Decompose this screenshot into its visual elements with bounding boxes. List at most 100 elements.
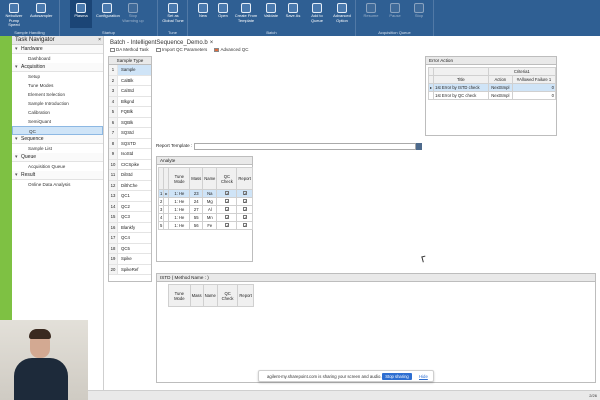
cell-action[interactable]: NextSmpl	[487, 91, 513, 100]
hide-link[interactable]: Hide	[419, 374, 428, 379]
table-row[interactable]: 1 ▸ 1: He 23 Na ✓ ✓	[157, 189, 253, 198]
qc-check-checkbox[interactable]: ✓	[216, 189, 238, 198]
da-method-task-button[interactable]: DA Method Task	[110, 47, 149, 52]
checkmark-icon[interactable]: ✓	[224, 215, 229, 220]
qc-check-checkbox[interactable]: ✓	[216, 205, 238, 214]
nav-section-result[interactable]: ▾ Result	[12, 171, 103, 180]
nav-section-acquisition[interactable]: ▾ Acquisition	[12, 63, 103, 72]
cell-tune-mode[interactable]: 1: He	[168, 197, 191, 206]
close-icon[interactable]: ×	[210, 40, 214, 46]
sample-type-row[interactable]: 12 DilthChe	[109, 180, 151, 191]
sample-type-row[interactable]: 2 CalBlk	[109, 75, 151, 86]
nav-item-dashboard[interactable]: Dashboard	[12, 54, 103, 63]
report-checkbox[interactable]: ✓	[236, 213, 253, 222]
table-row[interactable]: 2 1: He 24 Mg ✓ ✓	[157, 197, 253, 206]
cell-allowed[interactable]: 0	[511, 83, 557, 92]
nav-item-element-selection[interactable]: Element Selection	[12, 90, 103, 99]
checkmark-icon[interactable]: ✓	[224, 207, 229, 212]
table-row[interactable]: 1st Error by QC check NextSmpl 0	[427, 91, 557, 100]
table-row[interactable]: 5 1: He 56 Fe ✓ ✓	[157, 221, 253, 230]
cell-tune-mode[interactable]: 1: He	[168, 205, 191, 214]
nav-section-sequence[interactable]: ▾ Sequence	[12, 135, 103, 144]
report-checkbox[interactable]: ✓	[236, 189, 253, 198]
import-qc-parameters-button[interactable]: Import QC Parameters	[155, 47, 207, 52]
nav-item-setup[interactable]: Setup	[12, 72, 103, 81]
table-row[interactable]: 4 1: He 55 Mn ✓ ✓	[157, 213, 253, 222]
cell-allowed[interactable]: 0	[511, 91, 557, 100]
resume-button[interactable]: Resume	[360, 3, 382, 19]
report-template-input[interactable]	[194, 143, 416, 150]
create-from-template-button[interactable]: Create From Template	[232, 3, 260, 23]
sample-type-label: DilStd	[121, 172, 133, 177]
nav-item-sample-list[interactable]: Sample List	[12, 144, 103, 153]
cell-tune-mode[interactable]: 1: He	[168, 213, 191, 222]
nav-item-sample-introduction[interactable]: Sample Introduction	[12, 99, 103, 108]
new-button[interactable]: New	[192, 3, 214, 19]
save-as-button[interactable]: Save As	[282, 3, 304, 19]
cell-tune-mode[interactable]: 1: He	[168, 221, 191, 230]
cell-tune-mode[interactable]: 1: He	[168, 189, 191, 198]
configuration-button[interactable]: Configuration	[96, 3, 120, 19]
table-row[interactable]: ▸ 1st Error by ISTD check NextSmpl 0	[427, 83, 557, 92]
checkmark-icon[interactable]: ✓	[224, 191, 229, 196]
nav-item-acquisition-queue[interactable]: Acquisition Queue	[12, 162, 103, 171]
batch-tab[interactable]: Batch - IntelligentSequence_Demo.b ×	[110, 40, 213, 46]
close-icon[interactable]: ×	[98, 37, 101, 43]
open-button[interactable]: Open	[212, 3, 234, 19]
nav-item-online-data-analysis[interactable]: Online Data Analysis	[12, 180, 103, 189]
advanced-qc-button[interactable]: Advanced QC	[214, 47, 249, 52]
sample-type-row[interactable]: 18 QC5	[109, 243, 151, 254]
set-global-tune-button[interactable]: Set as Global Tune	[162, 3, 184, 23]
plasma-button[interactable]: Plasma	[70, 0, 92, 28]
sample-type-row[interactable]: 6 SQBlk	[109, 117, 151, 128]
report-checkbox[interactable]: ✓	[236, 205, 253, 214]
sample-type-row[interactable]: 3 CalStd	[109, 86, 151, 97]
sample-type-row[interactable]: 20 SpikeRef	[109, 264, 151, 275]
stop-warming-button[interactable]: Stop Warming up	[122, 3, 144, 23]
checkmark-icon[interactable]: ✓	[242, 199, 247, 204]
sample-type-row[interactable]: 15 QC3	[109, 212, 151, 223]
sample-type-row[interactable]: 16 Blankfy	[109, 222, 151, 233]
autosampler-button[interactable]: Autosampler	[30, 3, 52, 19]
nav-section-hardware[interactable]: ▾ Hardware	[12, 45, 103, 54]
pause-button[interactable]: Pause	[384, 3, 406, 19]
advanced-option-button[interactable]: Advanced Option	[330, 3, 354, 23]
checkmark-icon[interactable]: ✓	[224, 199, 229, 204]
stop-button[interactable]: Stop	[408, 3, 430, 19]
checkmark-icon[interactable]: ✓	[242, 207, 247, 212]
qc-check-checkbox[interactable]: ✓	[216, 213, 238, 222]
nav-item-qc[interactable]: QC	[12, 126, 103, 135]
validate-button[interactable]: Validate	[260, 3, 282, 19]
sample-type-row[interactable]: 11 DilStd	[109, 170, 151, 181]
nav-item-tune-modes[interactable]: Tune Modes	[12, 81, 103, 90]
checkmark-icon[interactable]: ✓	[242, 223, 247, 228]
sample-type-row[interactable]: 10 CICSpike	[109, 159, 151, 170]
nav-section-queue[interactable]: ▾ Queue	[12, 153, 103, 162]
sample-type-row[interactable]: 8 SQSTD	[109, 138, 151, 149]
checkmark-icon[interactable]: ✓	[242, 215, 247, 220]
nav-item-semiquant[interactable]: SemiQuant	[12, 117, 103, 126]
sample-type-label: SpikeRef	[121, 266, 139, 272]
report-checkbox[interactable]: ✓	[236, 197, 253, 206]
stop-sharing-button[interactable]: Stop sharing	[382, 373, 412, 380]
sample-type-row[interactable]: 14 QC2	[109, 201, 151, 212]
sample-type-row[interactable]: 1 Sample	[109, 65, 151, 76]
checkmark-icon[interactable]: ✓	[242, 191, 247, 196]
sample-type-row[interactable]: 4 Blkgnd	[109, 96, 151, 107]
report-checkbox[interactable]: ✓	[236, 221, 253, 230]
sample-type-row[interactable]: 13 QC1	[109, 191, 151, 202]
qc-check-checkbox[interactable]: ✓	[216, 197, 238, 206]
nav-item-calibration[interactable]: Calibration	[12, 108, 103, 117]
sample-type-row[interactable]: 7 SQStd	[109, 128, 151, 139]
sample-type-row[interactable]: 17 QC4	[109, 233, 151, 244]
sample-type-row[interactable]: 19 Spike	[109, 254, 151, 265]
sample-type-row[interactable]: 5 FQBlk	[109, 107, 151, 118]
sample-type-row[interactable]: 9 IsoStd	[109, 149, 151, 160]
chevron-down-icon[interactable]	[416, 143, 422, 150]
table-row[interactable]: 3 1: He 27 Al ✓ ✓	[157, 205, 253, 214]
nebulizer-pump-button[interactable]: Nebulizer Pump Speed	[3, 3, 25, 28]
add-to-queue-button[interactable]: Add to Queue	[306, 3, 328, 23]
cell-action[interactable]: NextSmpl	[487, 83, 513, 92]
qc-check-checkbox[interactable]: ✓	[216, 221, 238, 230]
checkmark-icon[interactable]: ✓	[224, 223, 229, 228]
